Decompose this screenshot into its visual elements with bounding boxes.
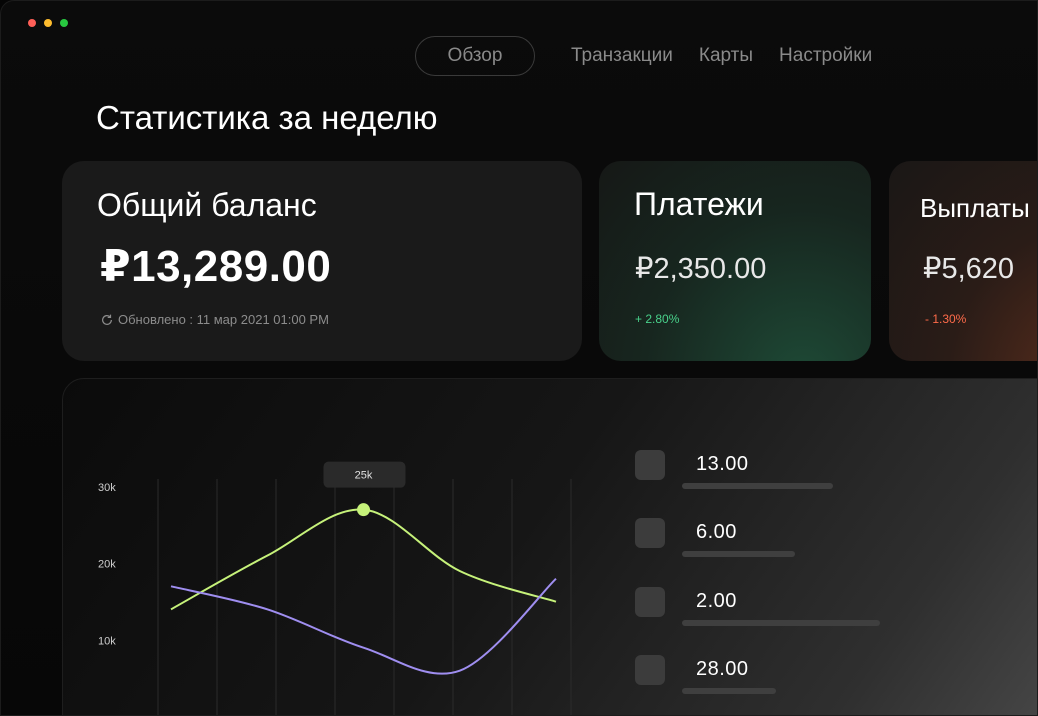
nav-tab-cards[interactable]: Карты <box>699 45 753 67</box>
stat-bar <box>682 483 833 489</box>
stat-bar <box>682 620 880 626</box>
stat-checkbox[interactable] <box>635 450 665 480</box>
nav-tab-settings[interactable]: Настройки <box>779 45 872 67</box>
refresh-icon[interactable] <box>100 313 114 327</box>
payments-title: Платежи <box>634 186 764 222</box>
stats-panel: 30k 20k 10k 25k 13.00 6.00 2.00 28.00 <box>62 378 1037 715</box>
weekly-line-chart: 30k 20k 10k 25k <box>98 461 572 715</box>
updated-text: Обновлено : 11 мар 2021 01:00 PM <box>118 312 329 327</box>
top-nav: Обзор Транзакции Карты Настройки <box>415 35 872 77</box>
page-title: Статистика за неделю <box>96 99 438 136</box>
payouts-card[interactable]: Выплаты ₽5,620 - 1.30% <box>889 161 1037 361</box>
stat-row[interactable]: 2.00 <box>635 587 895 637</box>
close-window-button[interactable] <box>28 19 36 27</box>
y-tick-label: 30k <box>98 482 116 494</box>
maximize-window-button[interactable] <box>60 19 68 27</box>
stat-checkbox[interactable] <box>635 587 665 617</box>
stat-value: 28.00 <box>696 658 749 680</box>
stat-checkbox[interactable] <box>635 655 665 685</box>
y-tick-label: 10k <box>98 635 116 647</box>
payouts-amount: ₽5,620 <box>923 253 1015 285</box>
stat-value: 6.00 <box>696 521 737 543</box>
series-line-1 <box>170 508 557 611</box>
highlight-point[interactable] <box>357 503 370 517</box>
minimize-window-button[interactable] <box>44 19 52 27</box>
stat-row[interactable]: 13.00 <box>635 450 895 500</box>
stat-checkbox[interactable] <box>635 518 665 548</box>
nav-tab-transactions[interactable]: Транзакции <box>571 45 673 67</box>
balance-amount: ₽13,289.00 <box>100 242 332 291</box>
series-line-2 <box>170 577 557 675</box>
nav-tab-overview[interactable]: Обзор <box>415 36 535 76</box>
balance-title: Общий баланс <box>97 187 317 223</box>
stat-row[interactable]: 6.00 <box>635 518 895 568</box>
window-controls <box>28 19 68 27</box>
stat-bar <box>682 688 776 694</box>
updated-status: Обновлено : 11 мар 2021 01:00 PM <box>100 312 329 327</box>
stat-value: 2.00 <box>696 590 737 612</box>
payments-amount: ₽2,350.00 <box>635 253 767 285</box>
payments-card[interactable]: Платежи ₽2,350.00 + 2.80% <box>599 161 871 361</box>
stat-row[interactable]: 28.00 <box>635 655 895 705</box>
payments-change: + 2.80% <box>635 312 680 326</box>
stat-bar <box>682 551 795 557</box>
stat-value: 13.00 <box>696 453 749 475</box>
app-window: Обзор Транзакции Карты Настройки Статист… <box>0 0 1038 716</box>
y-tick-label: 20k <box>98 559 116 571</box>
tooltip-label: 25k <box>355 470 373 482</box>
balance-card[interactable]: Общий баланс ₽13,289.00 Обновлено : 11 м… <box>62 161 582 361</box>
payouts-change: - 1.30% <box>925 312 967 326</box>
payouts-title: Выплаты <box>920 193 1030 223</box>
